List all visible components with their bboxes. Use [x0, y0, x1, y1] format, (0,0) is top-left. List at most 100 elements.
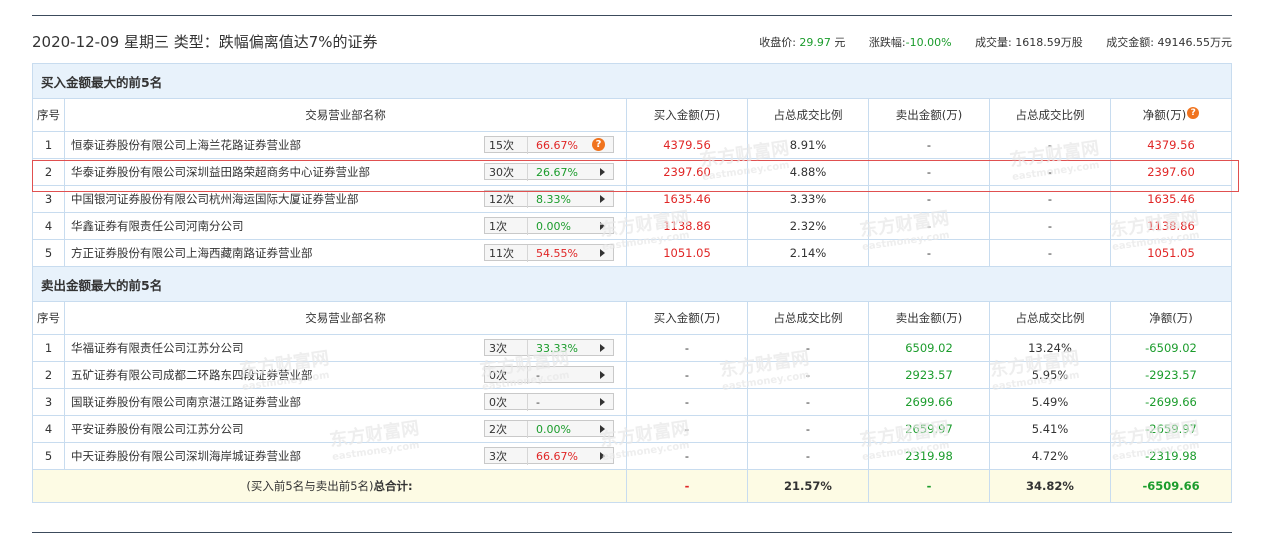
broker-stats-button[interactable]: 11次 54.55% — [484, 244, 614, 262]
broker-name-link[interactable]: 华泰证券股份有限公司深圳益田路荣超商务中心证券营业部 — [71, 164, 370, 180]
broker-name-cell: 恒泰证券股份有限公司上海兰花路证券营业部 15次 66.67%? — [64, 131, 627, 159]
broker-name-link[interactable]: 国联证券股份有限公司南京湛江路证券营业部 — [71, 394, 301, 410]
help-icon[interactable]: ? — [1187, 107, 1200, 119]
row-number: 3 — [32, 185, 65, 213]
net-amount: -2699.66 — [1109, 388, 1233, 416]
win-rate: 33.33% — [536, 342, 578, 355]
column-header: 序号 — [32, 301, 65, 335]
buy-ratio: 2.14% — [747, 239, 869, 267]
sell-amount: - — [868, 158, 990, 186]
appearance-count: 0次 — [485, 394, 528, 411]
buy-amount: 2397.60 — [626, 158, 748, 186]
net-amount: 1051.05 — [1109, 239, 1233, 267]
summary-sell: - — [868, 469, 990, 503]
row-number: 4 — [32, 415, 65, 443]
column-header: 占总成交比例 — [747, 301, 869, 335]
net-amount: 4379.56 — [1109, 131, 1233, 159]
page-header: 2020-12-09 星期三 类型：跌幅偏离值达7%的证券 收盘价: 29.97… — [32, 27, 1232, 55]
broker-name-link[interactable]: 平安证券股份有限公司江苏分公司 — [71, 421, 244, 437]
broker-name-cell: 平安证券股份有限公司江苏分公司 2次 0.00% — [64, 415, 627, 443]
table-row: 2 华泰证券股份有限公司深圳益田路荣超商务中心证券营业部 30次 26.67% 2397… — [32, 158, 1233, 186]
column-header: 净额(万) — [1109, 301, 1233, 335]
row-number: 2 — [32, 361, 65, 389]
broker-name-link[interactable]: 方正证券股份有限公司上海西藏南路证券营业部 — [71, 245, 313, 261]
buy-amount: 1051.05 — [626, 239, 748, 267]
row-number: 2 — [32, 158, 65, 186]
broker-name-link[interactable]: 中天证券股份有限公司深圳海岸城证券营业部 — [71, 448, 301, 464]
buy-amount: 1635.46 — [626, 185, 748, 213]
buy-ratio: 2.32% — [747, 212, 869, 240]
buy-ratio: - — [747, 442, 869, 470]
arrow-right-icon — [600, 398, 605, 406]
sell-amount: 6509.02 — [868, 334, 990, 362]
net-amount: -2659.97 — [1109, 415, 1233, 443]
win-rate: 54.55% — [536, 247, 578, 260]
table-row: 2 五矿证券有限公司成都二环路东四段证券营业部 0次 - - -2923.57 5.95% -… — [32, 361, 1233, 389]
section-title: 买入金额最大的前5名 — [31, 63, 1233, 99]
appearance-count: 11次 — [485, 245, 528, 262]
buy-amount: - — [626, 361, 748, 389]
summary-buy-ratio: 21.57% — [747, 469, 869, 503]
page-title: 2020-12-09 星期三 类型：跌幅偏离值达7%的证券 — [32, 33, 378, 51]
sell-amount: 2319.98 — [868, 442, 990, 470]
bottom-divider — [32, 532, 1232, 533]
broker-name-link[interactable]: 华福证券有限责任公司江苏分公司 — [71, 340, 244, 356]
section-title: 卖出金额最大的前5名 — [31, 266, 1233, 302]
broker-stats-button[interactable]: 3次 66.67% — [484, 447, 614, 465]
sell-ratio: 13.24% — [989, 334, 1111, 362]
appearance-count: 0次 — [485, 367, 528, 384]
broker-stats-button[interactable]: 15次 66.67%? — [484, 136, 614, 154]
sell-ratio: 5.49% — [989, 388, 1111, 416]
buy-amount: 1138.86 — [626, 212, 748, 240]
broker-stats-button[interactable]: 3次 33.33% — [484, 339, 614, 357]
broker-name-link[interactable]: 华鑫证券有限责任公司河南分公司 — [71, 218, 244, 234]
summary-label-bold: 总合计: — [373, 479, 413, 493]
broker-stats-button[interactable]: 0次 - — [484, 366, 614, 384]
table-row: 5 中天证券股份有限公司深圳海岸城证券营业部 3次 66.67% - -2319.98 4.… — [32, 442, 1233, 470]
arrow-right-icon — [600, 195, 605, 203]
top-divider — [32, 15, 1232, 16]
win-rate: 66.67% — [536, 450, 578, 463]
buy-amount: - — [626, 388, 748, 416]
broker-stats-button[interactable]: 30次 26.67% — [484, 163, 614, 181]
appearance-count: 2次 — [485, 421, 528, 438]
row-number: 1 — [32, 334, 65, 362]
sell_section-column-header: 序号 交易营业部名称 买入金额(万) 占总成交比例 卖出金额(万) 占总成交比例 净额(万) — [32, 301, 1233, 335]
sell-amount: - — [868, 185, 990, 213]
buy-amount: - — [626, 442, 748, 470]
broker-stats-button[interactable]: 1次 0.00% — [484, 217, 614, 235]
broker-name-cell: 方正证券股份有限公司上海西藏南路证券营业部 11次 54.55% — [64, 239, 627, 267]
help-icon[interactable]: ? — [592, 138, 605, 151]
sell-ratio: - — [989, 158, 1111, 186]
appearance-count: 1次 — [485, 218, 528, 235]
sell-ratio: 5.95% — [989, 361, 1111, 389]
row-number: 4 — [32, 212, 65, 240]
win-rate: 0.00% — [536, 220, 571, 233]
buy-amount: 4379.56 — [626, 131, 748, 159]
buy-ratio: 3.33% — [747, 185, 869, 213]
net-amount: 1635.46 — [1109, 185, 1233, 213]
buy-ratio: 4.88% — [747, 158, 869, 186]
column-header: 买入金额(万) — [626, 301, 748, 335]
volume: 成交量: 1618.59万股 — [975, 36, 1083, 49]
column-header: 占总成交比例 — [747, 98, 869, 132]
change-percent: 涨跌幅:-10.00% — [868, 36, 952, 49]
net-amount: 1138.86 — [1109, 212, 1233, 240]
broker-name-link[interactable]: 中国银河证券股份有限公司杭州海运国际大厦证券营业部 — [71, 191, 359, 207]
row-number: 1 — [32, 131, 65, 159]
column-header: 序号 — [32, 98, 65, 132]
appearance-count: 12次 — [485, 191, 528, 208]
table-row: 4 平安证券股份有限公司江苏分公司 2次 0.00% - -2659.97 5.41% -26… — [32, 415, 1233, 443]
column-header: 交易营业部名称 — [64, 301, 627, 335]
stock-stats: 收盘价: 29.97 元 涨跌幅:-10.00% 成交量: 1618.59万股 … — [739, 34, 1232, 50]
broker-stats-button[interactable]: 12次 8.33% — [484, 190, 614, 208]
broker-name-cell: 华福证券有限责任公司江苏分公司 3次 33.33% — [64, 334, 627, 362]
summary-net: -6509.66 — [1109, 469, 1233, 503]
broker-name-link[interactable]: 恒泰证券股份有限公司上海兰花路证券营业部 — [71, 137, 301, 153]
net-amount: 2397.60 — [1109, 158, 1233, 186]
broker-stats-button[interactable]: 0次 - — [484, 393, 614, 411]
broker-name-cell: 中天证券股份有限公司深圳海岸城证券营业部 3次 66.67% — [64, 442, 627, 470]
broker-stats-button[interactable]: 2次 0.00% — [484, 420, 614, 438]
dragon-tiger-table: 买入金额最大的前5名 序号 交易营业部名称 买入金额(万) 占总成交比例 卖出金额(万) 占… — [31, 63, 1233, 503]
broker-name-link[interactable]: 五矿证券有限公司成都二环路东四段证券营业部 — [71, 367, 313, 383]
